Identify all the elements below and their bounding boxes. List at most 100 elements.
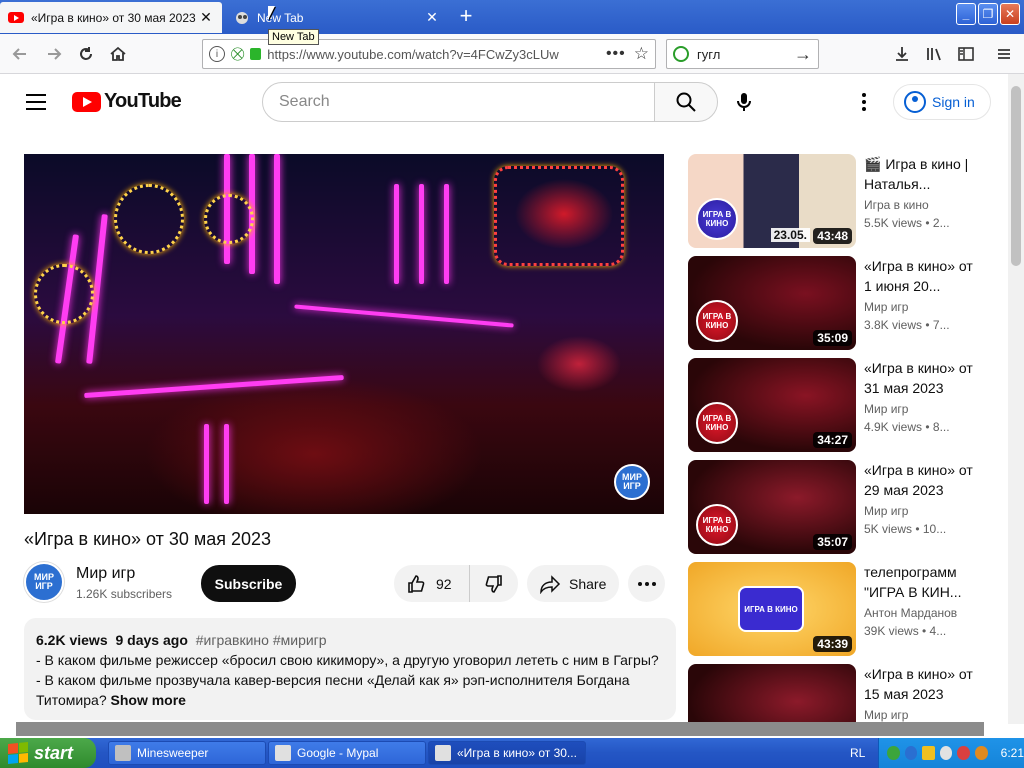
tab-close-icon[interactable]: ✕ — [198, 9, 214, 26]
reload-icon[interactable] — [74, 42, 98, 66]
search-bar[interactable]: гугл → — [666, 39, 819, 69]
related-video-title[interactable]: 🎬 Игра в кино | Наталья... — [864, 154, 974, 194]
related-channel-name[interactable]: Мир игр — [864, 708, 908, 722]
video-description[interactable]: 6.2K views 9 days ago #игравкино #миригр… — [24, 618, 676, 720]
subscriber-count: 1.26K subscribers — [76, 587, 173, 601]
taskbar-item-youtube[interactable]: «Игра в кино» от 30... — [428, 741, 586, 765]
mypal-icon — [435, 745, 451, 761]
security-alert-icon[interactable] — [957, 746, 971, 760]
downloads-icon[interactable] — [890, 42, 914, 66]
tab-youtube[interactable]: «Игра в кино» от 30 мая 2023 - Y ✕ — [0, 2, 222, 33]
search-button[interactable] — [654, 82, 718, 122]
url-text[interactable]: https://www.youtube.com/watch?v=4FCwZy3c… — [267, 47, 606, 62]
search-go-icon[interactable]: → — [794, 44, 812, 65]
menu-hamburger-icon[interactable] — [992, 42, 1016, 66]
show-more-link[interactable]: Show more — [111, 692, 186, 708]
taskbar: start Minesweeper Google - Mypal «Игра в… — [0, 738, 1024, 768]
youtube-favicon-icon — [8, 10, 24, 26]
subscribe-button[interactable]: Subscribe — [201, 565, 296, 602]
search-icon[interactable] — [975, 746, 988, 760]
related-video[interactable]: ИГРА В КИНО 35:07 «Игра в кино» от 29 ма… — [688, 460, 988, 554]
video-thumbnail[interactable]: ИГРА В КИНО 34:27 — [688, 358, 856, 452]
related-video-title[interactable]: «Игра в кино» от 29 мая 2023 — [864, 460, 974, 500]
dislike-button[interactable] — [470, 574, 518, 594]
back-icon[interactable] — [8, 42, 32, 66]
bookmark-star-icon[interactable]: ☆ — [634, 44, 649, 64]
mypal-favicon-icon — [234, 10, 250, 26]
home-icon[interactable] — [106, 42, 130, 66]
maximize-button[interactable]: ❐ — [978, 3, 998, 25]
sidebar-toggle-icon[interactable] — [954, 42, 978, 66]
search-engine-icon[interactable] — [673, 46, 689, 62]
related-video[interactable]: ИГРА В КИНО 34:27 «Игра в кино» от 31 ма… — [688, 358, 988, 452]
video-duration: 35:09 — [813, 330, 852, 346]
video-player[interactable]: МИР ИГР — [24, 154, 664, 514]
more-actions-button[interactable] — [628, 565, 665, 602]
video-thumbnail[interactable] — [688, 664, 856, 722]
related-channel-name[interactable]: Антон Марданов — [864, 606, 957, 620]
shield-icon[interactable] — [922, 746, 935, 760]
settings-more-icon[interactable] — [852, 90, 876, 114]
youtube-header: YouTube Search Sign in — [0, 74, 1008, 130]
close-window-button[interactable]: ✕ — [1000, 3, 1020, 25]
video-duration: 43:39 — [813, 636, 852, 652]
related-channel-name[interactable]: Мир игр — [864, 504, 908, 518]
channel-name[interactable]: Мир игр — [76, 565, 135, 583]
language-indicator[interactable]: RL — [850, 746, 865, 760]
search-input[interactable]: Search — [262, 82, 655, 122]
sign-in-label: Sign in — [932, 94, 975, 110]
minimize-button[interactable]: _ — [956, 3, 976, 25]
like-count: 92 — [436, 575, 452, 592]
guide-menu-icon[interactable] — [26, 94, 46, 115]
related-video-title[interactable]: «Игра в кино» от 31 мая 2023 — [864, 358, 974, 398]
lock-icon — [250, 48, 262, 60]
scrollbar-thumb[interactable] — [16, 722, 984, 736]
volume-icon[interactable] — [939, 746, 953, 760]
tab-title: New Tab — [257, 10, 304, 25]
window-controls: _ ❐ ✕ — [956, 3, 1020, 25]
vertical-scrollbar[interactable] — [1008, 74, 1024, 724]
start-label: start — [34, 742, 74, 763]
horizontal-scrollbar[interactable] — [0, 722, 1008, 736]
scrollbar-thumb[interactable] — [1011, 86, 1021, 266]
taskbar-item-mypal[interactable]: Google - Mypal — [268, 741, 426, 765]
youtube-logo[interactable]: YouTube — [72, 90, 182, 113]
search-bar-text[interactable]: гугл — [697, 47, 794, 62]
related-video-title[interactable]: телепрограмм "ИГРА В КИН... — [864, 562, 974, 602]
related-channel-name[interactable]: Игра в кино — [864, 198, 929, 212]
start-button[interactable]: start — [0, 738, 96, 768]
new-tab-button[interactable]: + — [452, 4, 480, 30]
taskbar-item-minesweeper[interactable]: Minesweeper — [108, 741, 266, 765]
sign-in-button[interactable]: Sign in — [893, 84, 991, 120]
tab-close-icon[interactable]: ✕ — [424, 9, 440, 26]
tracking-protection-icon[interactable]: ⛒ — [231, 46, 244, 62]
taskbar-item-label: Minesweeper — [137, 746, 209, 760]
related-channel-name[interactable]: Мир игр — [864, 300, 908, 314]
related-video[interactable]: ИГРА В КИНО 35:09 «Игра в кино» от 1 июн… — [688, 256, 988, 350]
channel-avatar[interactable]: МИР ИГР — [24, 562, 64, 602]
tab-new-tab[interactable]: New Tab ✕ — [226, 2, 448, 33]
forward-icon[interactable] — [42, 42, 66, 66]
share-button[interactable]: Share — [527, 565, 619, 602]
related-video[interactable]: «Игра в кино» от 15 мая 2023 Мир игр — [688, 664, 988, 722]
library-icon[interactable] — [922, 42, 946, 66]
hashtags[interactable]: #игравкино #миригр — [196, 632, 327, 648]
related-video-title[interactable]: «Игра в кино» от 1 июня 20... — [864, 256, 974, 296]
thumbnail-logo: ИГРА В КИНО — [696, 198, 738, 240]
related-channel-name[interactable]: Мир игр — [864, 402, 908, 416]
related-video-title[interactable]: «Игра в кино» от 15 мая 2023 — [864, 664, 974, 704]
microphone-icon[interactable] — [732, 90, 756, 114]
page-actions-icon[interactable]: ••• — [606, 45, 626, 63]
video-thumbnail[interactable]: ИГРА В КИНО 35:07 — [688, 460, 856, 554]
info-icon[interactable]: i — [209, 46, 225, 62]
video-thumbnail[interactable]: ИГРА В КИНО 35:09 — [688, 256, 856, 350]
video-thumbnail[interactable]: ИГРА В КИНО 43:39 — [688, 562, 856, 656]
related-video[interactable]: ИГРА В КИНО 43:39 телепрограмм "ИГРА В К… — [688, 562, 988, 656]
like-button[interactable]: 92 — [394, 565, 470, 602]
related-video[interactable]: ИГРА В КИНО 23.05. 43:48 🎬 Игра в кино |… — [688, 154, 988, 248]
video-thumbnail[interactable]: ИГРА В КИНО 23.05. 43:48 — [688, 154, 856, 248]
network-icon[interactable] — [887, 746, 900, 760]
update-icon[interactable] — [904, 746, 918, 760]
description-line: Титомира? — [36, 692, 107, 708]
thumbs-down-icon — [485, 574, 502, 593]
